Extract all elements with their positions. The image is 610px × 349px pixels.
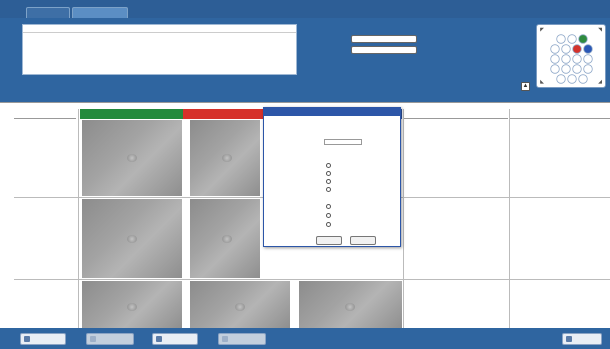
plate-well[interactable] — [572, 54, 582, 64]
plate-well[interactable] — [550, 44, 560, 54]
ok-button[interactable] — [316, 236, 342, 245]
info-field — [29, 36, 33, 42]
plate-well[interactable] — [556, 34, 566, 44]
settings-dialog — [263, 107, 401, 247]
grid-corner-header — [14, 109, 76, 119]
toolbar-button[interactable] — [218, 333, 266, 345]
well-image[interactable] — [190, 120, 260, 196]
well-image[interactable] — [190, 199, 260, 278]
grid-divider — [78, 109, 79, 329]
plate-well[interactable] — [567, 74, 577, 84]
toolbar-icon — [90, 336, 96, 342]
tab-1[interactable] — [26, 7, 70, 18]
time-field[interactable] — [351, 35, 417, 43]
tab-strip — [0, 0, 610, 18]
toolbar-icon — [566, 336, 572, 342]
well-image[interactable] — [299, 281, 402, 329]
plate-wells — [550, 34, 593, 84]
option-radio[interactable] — [326, 163, 333, 169]
plate-well[interactable] — [572, 64, 582, 74]
info-field — [29, 44, 33, 50]
plate-well[interactable] — [556, 74, 566, 84]
info-field — [223, 52, 227, 58]
plate-well[interactable] — [572, 44, 582, 54]
grid-divider — [14, 279, 610, 280]
experiment-info-box — [22, 24, 297, 75]
plate-well[interactable] — [550, 54, 560, 64]
info-box-title — [23, 25, 296, 33]
cancel-button[interactable] — [350, 236, 376, 245]
time-row — [303, 46, 425, 55]
header-panel: ◤ ◥ ◣ ◢ ▲ — [0, 18, 610, 102]
radio-option[interactable] — [326, 213, 333, 219]
plate-well[interactable] — [561, 64, 571, 74]
plate-map: ◤ ◥ ◣ ◢ — [536, 24, 606, 88]
plate-well[interactable] — [550, 64, 560, 74]
toolbar-icon — [156, 336, 162, 342]
plate-well[interactable] — [583, 64, 593, 74]
well-image[interactable] — [82, 120, 182, 196]
info-field — [148, 61, 152, 67]
option-radio[interactable] — [326, 179, 333, 185]
toolbar-icon — [222, 336, 228, 342]
app-window: ◤ ◥ ◣ ◢ ▲ — [0, 0, 610, 349]
column-header[interactable] — [404, 109, 508, 119]
grid-divider — [509, 109, 510, 329]
column-header[interactable] — [80, 109, 183, 119]
dialog-input[interactable] — [324, 139, 362, 145]
grid-divider — [403, 109, 404, 329]
well-image[interactable] — [190, 281, 290, 329]
time-row — [303, 35, 425, 44]
info-field — [29, 52, 33, 58]
radio-option[interactable] — [326, 222, 333, 228]
dialog-title — [264, 108, 400, 116]
well-image[interactable] — [82, 281, 182, 329]
well-image[interactable] — [82, 199, 182, 278]
plate-well[interactable] — [567, 34, 577, 44]
toolbar-button[interactable] — [20, 333, 66, 345]
plate-well[interactable] — [578, 74, 588, 84]
info-field — [148, 52, 152, 58]
bottom-toolbar — [0, 328, 610, 349]
plate-well[interactable] — [583, 54, 593, 64]
info-field — [148, 44, 152, 50]
tab-2[interactable] — [72, 7, 128, 18]
time-field[interactable] — [351, 46, 417, 54]
toolbar-button[interactable] — [86, 333, 134, 345]
toolbar-icon — [24, 336, 30, 342]
plate-well[interactable] — [561, 54, 571, 64]
toolbar-button[interactable] — [562, 333, 602, 345]
column-header[interactable] — [510, 109, 610, 119]
plate-well[interactable] — [578, 34, 588, 44]
radio-option[interactable] — [326, 204, 333, 210]
plate-well[interactable] — [583, 44, 593, 54]
play-icon[interactable]: ▲ — [521, 82, 530, 91]
option-radio[interactable] — [326, 187, 333, 193]
option-radio[interactable] — [326, 171, 333, 177]
toolbar-button[interactable] — [152, 333, 198, 345]
plate-well[interactable] — [561, 44, 571, 54]
